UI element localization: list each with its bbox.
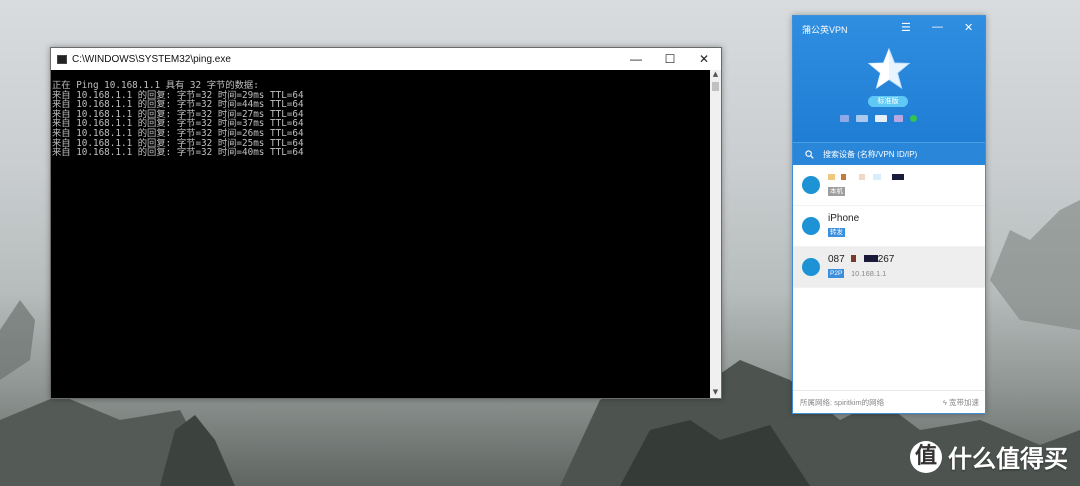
vpn-minimize-button[interactable]: — [932, 21, 943, 33]
device-item-iphone[interactable]: iPhone 转发 [793, 206, 985, 247]
device-list: 本机 iPhone 转发 087 267 P2P 10.168.1.1 [793, 165, 985, 288]
lightning-icon: ϟ [942, 397, 947, 407]
device-search-bar[interactable]: 搜索设备 (名称/VPN ID/IP) [793, 142, 985, 165]
user-avatar-icon [802, 217, 820, 235]
console-title: C:\WINDOWS\SYSTEM32\ping.exe [72, 53, 231, 65]
status-icons [840, 115, 917, 122]
scroll-down-icon[interactable]: ▼ [710, 388, 721, 398]
edition-badge: 标准版 [868, 96, 908, 107]
console-line: 来自 10.168.1.1 的回复: 字节=32 时间=40ms TTL=64 [52, 147, 304, 159]
console-title-bar[interactable]: C:\WINDOWS\SYSTEM32\ping.exe — ☐ ✕ [51, 48, 721, 70]
menu-icon[interactable]: ☰ [901, 21, 911, 34]
online-indicator-icon [910, 115, 917, 122]
star-avatar-icon[interactable] [866, 46, 912, 92]
maximize-button[interactable]: ☐ [653, 48, 687, 70]
router-avatar-icon [802, 258, 820, 276]
device-tag: 本机 [828, 187, 845, 196]
close-button[interactable]: ✕ [687, 48, 721, 70]
network-label: 所属网络: spiritkim的网络 [800, 397, 885, 407]
device-name [828, 172, 905, 183]
status-icon[interactable] [856, 115, 868, 122]
device-ip: 10.168.1.1 [851, 269, 887, 278]
search-placeholder: 搜索设备 (名称/VPN ID/IP) [823, 149, 918, 159]
status-icon[interactable] [875, 115, 887, 122]
device-item-router[interactable]: 087 267 P2P 10.168.1.1 [793, 247, 985, 288]
status-icon[interactable] [894, 115, 903, 122]
console-scrollbar[interactable]: ▲ ▼ [710, 70, 721, 398]
minimize-button[interactable]: — [619, 48, 653, 70]
vpn-close-button[interactable]: ✕ [964, 21, 973, 34]
search-icon [805, 149, 814, 159]
console-output[interactable]: 正在 Ping 10.168.1.1 具有 32 字节的数据: 来自 10.168… [51, 70, 710, 398]
watermark-logo: 值 [910, 440, 942, 473]
device-name: iPhone [828, 213, 860, 224]
device-item-local[interactable]: 本机 [793, 165, 985, 206]
vpn-header: 蒲公英VPN ☰ — ✕ 标准版 [793, 16, 985, 142]
vpn-client-window[interactable]: 蒲公英VPN ☰ — ✕ 标准版 搜索设备 (名称/VPN ID/IP) 本机 … [792, 15, 986, 414]
speed-boost-button[interactable]: ϟ 宽带加速 [943, 397, 979, 408]
watermark-text: 什么值得买 [948, 445, 1068, 473]
scroll-thumb[interactable] [712, 82, 719, 91]
vpn-footer: 所属网络: spiritkim的网络 ϟ 宽带加速 [793, 390, 985, 413]
console-app-icon [57, 54, 67, 64]
watermark: 值 什么值得买 [910, 439, 1068, 474]
ping-console-window[interactable]: C:\WINDOWS\SYSTEM32\ping.exe — ☐ ✕ 正在 Pi… [50, 47, 722, 399]
device-tag: 转发 [828, 228, 845, 237]
status-icon[interactable] [840, 115, 849, 122]
device-name: 087 267 [828, 254, 895, 265]
user-avatar-icon [802, 176, 820, 194]
device-tag: P2P [828, 269, 845, 278]
vpn-app-title: 蒲公英VPN [802, 25, 848, 35]
scroll-up-icon[interactable]: ▲ [710, 70, 721, 80]
